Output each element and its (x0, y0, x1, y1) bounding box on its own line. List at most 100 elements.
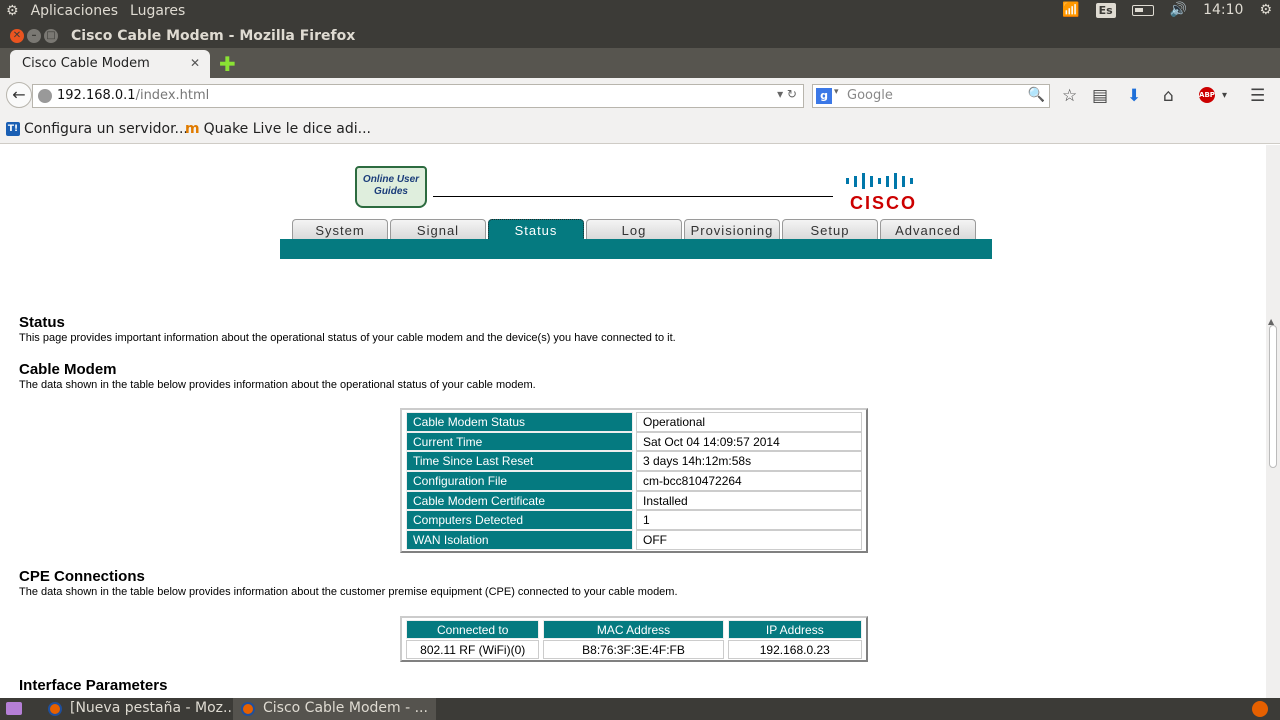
maximize-window-button[interactable]: □ (44, 29, 58, 43)
cisco-logo-text: CISCO (850, 193, 918, 213)
bookmark-star-icon[interactable]: ☆ (1062, 86, 1077, 106)
downloads-icon[interactable]: ⬇ (1127, 86, 1141, 106)
tab-advanced[interactable]: Advanced (880, 219, 976, 240)
close-tab-icon[interactable]: ✕ (190, 56, 200, 70)
volume-icon[interactable]: 🔊 (1170, 2, 1187, 18)
trash-icon[interactable] (1252, 701, 1268, 717)
cell-ip-address: 192.168.0.23 (727, 640, 862, 659)
column-header: MAC Address (543, 620, 724, 639)
menu-applications[interactable]: Aplicaciones (31, 3, 118, 19)
row-value: Sat Oct 04 14:09:57 2014 (636, 431, 862, 452)
column-header: IP Address (727, 620, 862, 639)
bookmark-label: Configura un servidor... (24, 121, 188, 137)
browser-tab-active[interactable]: Cisco Cable Modem ✕ (10, 50, 210, 78)
clock[interactable]: 14:10 (1203, 2, 1243, 18)
nav-toolbar: ← 192.168.0.1/index.html ▾ ↻ g ▾ Google … (0, 78, 1280, 114)
bookmark-item[interactable]: m Quake Live le dice adi... (185, 121, 371, 137)
reading-list-icon[interactable]: ▤ (1092, 86, 1108, 106)
row-value: OFF (636, 530, 862, 550)
google-engine-icon[interactable]: g (816, 88, 832, 104)
online-user-guides-link[interactable]: Online User Guides (355, 166, 427, 208)
table-row: Cable Modem Certificate Installed (404, 490, 864, 511)
bookmark-item[interactable]: T! Configura un servidor... (6, 121, 188, 137)
tab-strip: Cisco Cable Modem ✕ ✚ (0, 48, 1280, 78)
cable-modem-heading: Cable Modem (19, 361, 117, 378)
row-label: Configuration File (406, 471, 633, 491)
modem-nav-tabs: System Signal Status Log Provisioning Se… (292, 219, 976, 240)
menu-places[interactable]: Lugares (130, 3, 185, 19)
column-header: Connected to (406, 620, 540, 639)
window-title: Cisco Cable Modem - Mozilla Firefox (71, 28, 356, 44)
search-icon[interactable]: 🔍 (1028, 87, 1045, 103)
table-row: Time Since Last Reset 3 days 14h:12m:58s (404, 451, 864, 472)
tab-setup[interactable]: Setup (782, 219, 878, 240)
taskbar-item-label: [Nueva pestaña - Moz... (70, 700, 237, 716)
interface-parameters-heading: Interface Parameters (19, 677, 168, 694)
cell-connected-to: 802.11 RF (WiFi)(0) (406, 640, 540, 659)
row-label: WAN Isolation (406, 530, 633, 550)
search-bar[interactable]: g ▾ Google 🔍 (812, 84, 1050, 108)
nav-subbar (280, 239, 992, 259)
home-icon[interactable]: ⌂ (1163, 86, 1174, 106)
ubuntu-logo-icon[interactable]: ⚙ (6, 3, 19, 19)
row-value: Operational (636, 412, 862, 432)
table-row: Cable Modem Status Operational (404, 412, 864, 432)
search-placeholder: Google (847, 88, 893, 103)
cisco-logo-bars-icon (846, 173, 913, 189)
bookmark-favicon-icon: m (185, 121, 200, 137)
page-content: Online User Guides CISCO System Signal S… (0, 145, 1266, 698)
tab-log[interactable]: Log (586, 219, 682, 240)
minimize-window-button[interactable]: – (27, 29, 41, 43)
site-identity-icon[interactable] (38, 89, 52, 103)
cell-mac-address: B8:76:3F:3E:4F:FB (543, 640, 724, 659)
row-label: Time Since Last Reset (406, 451, 633, 472)
cpe-table: Connected to MAC Address IP Address 802.… (400, 616, 868, 662)
table-row: WAN Isolation OFF (404, 530, 864, 550)
menu-hamburger-icon[interactable]: ☰ (1250, 86, 1265, 106)
header-divider (433, 196, 833, 197)
tab-status[interactable]: Status (488, 219, 584, 240)
url-path: /index.html (135, 88, 210, 103)
wifi-icon[interactable]: 📶 (1062, 2, 1079, 18)
tab-system[interactable]: System (292, 219, 388, 240)
firefox-icon (48, 702, 62, 716)
top-panel: ⚙ Aplicaciones Lugares 📶 Es 🔊 14:10 ⚙ (0, 0, 1280, 24)
scrollbar-thumb[interactable] (1269, 325, 1277, 468)
window-titlebar[interactable]: ✕ – □ Cisco Cable Modem - Mozilla Firefo… (0, 24, 1280, 48)
url-bar[interactable]: 192.168.0.1/index.html ▾ ↻ (32, 84, 804, 108)
taskbar-item[interactable]: [Nueva pestaña - Moz... (40, 698, 244, 720)
row-value: 1 (636, 510, 862, 531)
browser-tab-label: Cisco Cable Modem (22, 56, 150, 71)
adblock-icon[interactable]: ABP (1199, 87, 1215, 103)
show-desktop-icon[interactable] (6, 702, 22, 715)
table-row: 802.11 RF (WiFi)(0) B8:76:3F:3E:4F:FB 19… (404, 640, 864, 659)
tab-signal[interactable]: Signal (390, 219, 486, 240)
url-dropdown-reload-icon[interactable]: ▾ ↻ (777, 87, 797, 101)
engine-dropdown-icon[interactable]: ▾ (834, 87, 839, 97)
page-scrollbar[interactable]: ▲ (1266, 145, 1280, 698)
keyboard-layout-indicator[interactable]: Es (1095, 2, 1116, 18)
taskbar-item-active[interactable]: Cisco Cable Modem - ... (233, 698, 436, 720)
url-host: 192.168.0.1 (57, 88, 136, 103)
row-label: Current Time (406, 431, 633, 452)
back-arrow-icon[interactable]: ← (6, 82, 32, 108)
cpe-heading: CPE Connections (19, 568, 145, 585)
bookmarks-bar: T! Configura un servidor... m Quake Live… (0, 114, 1280, 144)
adblock-dropdown-icon[interactable]: ▾ (1222, 90, 1227, 101)
row-value: Installed (636, 490, 862, 511)
status-description: This page provides important information… (19, 332, 676, 344)
row-label: Computers Detected (406, 510, 633, 531)
row-label: Cable Modem Certificate (406, 490, 633, 511)
cable-modem-description: The data shown in the table below provid… (19, 379, 536, 391)
close-window-button[interactable]: ✕ (10, 29, 24, 43)
table-row: Configuration File cm-bcc810472264 (404, 471, 864, 491)
row-label: Cable Modem Status (406, 412, 633, 432)
taskbar-item-label: Cisco Cable Modem - ... (263, 700, 428, 716)
session-gear-icon[interactable]: ⚙ (1259, 2, 1272, 18)
row-value: cm-bcc810472264 (636, 471, 862, 491)
new-tab-plus-icon[interactable]: ✚ (219, 52, 236, 76)
cpe-description: The data shown in the table below provid… (19, 586, 678, 598)
battery-icon[interactable] (1131, 4, 1154, 16)
firefox-icon (241, 702, 255, 716)
tab-provisioning[interactable]: Provisioning (684, 219, 780, 240)
